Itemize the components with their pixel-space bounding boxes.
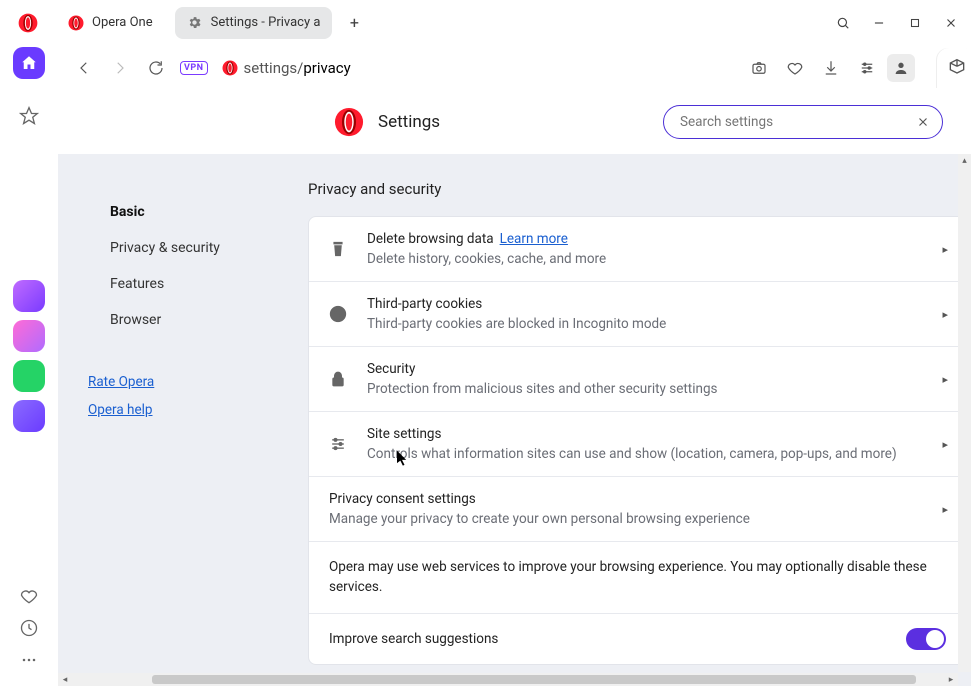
tab-settings-privacy[interactable]: Settings - Privacy a: [175, 7, 333, 39]
row-privacy-consent[interactable]: Privacy consent settings Manage your pri…: [309, 476, 966, 541]
row-desc: Manage your privacy to create your own p…: [329, 511, 924, 527]
row-title: Third-party cookies: [367, 296, 924, 312]
bookmarks-sidebar-button[interactable]: [13, 100, 45, 132]
learn-more-link[interactable]: Learn more: [500, 231, 568, 247]
chevron-right-icon: ▸: [942, 503, 948, 516]
address-toolbar: VPN settings/privacy: [58, 45, 925, 90]
url-text: settings/privacy: [244, 59, 351, 77]
chevron-right-icon: ▸: [942, 243, 948, 256]
tab-opera-one[interactable]: Opera One: [56, 7, 165, 39]
chevron-right-icon: ▸: [942, 373, 948, 386]
aria-sidebar-button[interactable]: [13, 280, 45, 312]
scroll-right-arrow-icon[interactable]: ▸: [944, 675, 958, 685]
clear-search-icon[interactable]: [914, 113, 932, 131]
nav-browser[interactable]: Browser: [110, 302, 298, 338]
horizontal-scrollbar[interactable]: ◂ ▸: [58, 673, 958, 686]
vertical-scrollbar[interactable]: ▴: [958, 154, 971, 672]
trash-icon: [327, 238, 349, 260]
window-maximize-button[interactable]: [897, 5, 933, 41]
whatsapp-sidebar-button[interactable]: [13, 360, 45, 392]
heart-button[interactable]: [779, 52, 811, 84]
new-tab-button[interactable]: +: [342, 11, 366, 35]
reload-button[interactable]: [140, 52, 172, 84]
more-sidebar-button[interactable]: [13, 644, 45, 676]
nav-features[interactable]: Features: [110, 266, 298, 302]
settings-body: Basic Privacy & security Features Browse…: [58, 154, 971, 686]
window-close-button[interactable]: [933, 5, 969, 41]
row-desc: Third-party cookies are blocked in Incog…: [367, 316, 924, 332]
row-desc: Protection from malicious sites and othe…: [367, 381, 924, 397]
gear-icon: [187, 15, 203, 31]
pinboards-sidebar-button[interactable]: [13, 580, 45, 612]
row-title: Privacy consent settings: [329, 491, 924, 507]
opera-logo-icon: [334, 107, 364, 137]
chevron-right-icon: ▸: [942, 308, 948, 321]
row-improve-search-suggestions: Improve search suggestions: [309, 613, 966, 664]
settings-nav: Basic Privacy & security Features Browse…: [58, 154, 298, 686]
downloads-button[interactable]: [815, 52, 847, 84]
settings-panel: Privacy and security Delete browsing dat…: [298, 154, 971, 686]
nav-privacy-security[interactable]: Privacy & security: [110, 230, 298, 266]
cookie-icon: [327, 303, 349, 325]
nav-opera-help-link[interactable]: Opera help: [88, 396, 298, 424]
search-settings-field[interactable]: [663, 105, 943, 139]
opera-menu-button[interactable]: [18, 13, 38, 33]
row-desc: Controls what information sites can use …: [367, 446, 924, 462]
row-security[interactable]: Security Protection from malicious sites…: [309, 346, 966, 411]
nav-basic[interactable]: Basic: [110, 194, 298, 230]
scroll-thumb[interactable]: [152, 675, 916, 684]
easy-setup-button[interactable]: [851, 52, 883, 84]
sidebar-extensions-button[interactable]: [937, 48, 977, 88]
titlebar: Opera One Settings - Privacy a +: [0, 0, 977, 45]
discord-sidebar-button[interactable]: [13, 400, 45, 432]
row-site-settings[interactable]: Site settings Controls what information …: [309, 411, 966, 476]
chevron-right-icon: ▸: [942, 438, 948, 451]
left-sidebar: [0, 90, 58, 686]
history-sidebar-button[interactable]: [13, 612, 45, 644]
sliders-icon: [327, 433, 349, 455]
row-third-party-cookies[interactable]: Third-party cookies Third-party cookies …: [309, 281, 966, 346]
toggle-label: Improve search suggestions: [329, 631, 906, 647]
window-minimize-button[interactable]: [861, 5, 897, 41]
profile-button[interactable]: [887, 54, 915, 82]
scroll-left-arrow-icon[interactable]: ◂: [58, 675, 72, 685]
tab-label: Settings - Privacy a: [211, 15, 321, 30]
search-input[interactable]: [680, 114, 914, 130]
row-desc: Delete history, cookies, cache, and more: [367, 251, 924, 267]
row-title: Security: [367, 361, 924, 377]
vpn-badge[interactable]: VPN: [180, 61, 208, 75]
lock-icon: [327, 368, 349, 390]
opera-favicon-icon: [68, 15, 84, 31]
messenger-sidebar-button[interactable]: [13, 320, 45, 352]
settings-title: Settings: [378, 112, 440, 132]
page-content: Settings Basic Privacy & security Featur…: [58, 90, 971, 686]
row-delete-browsing-data[interactable]: Delete browsing data Learn more Delete hi…: [309, 217, 966, 281]
row-title: Delete browsing data: [367, 231, 494, 247]
opera-page-icon: [222, 60, 238, 76]
forward-button[interactable]: [104, 52, 136, 84]
search-tabs-button[interactable]: [825, 5, 861, 41]
toolbar-row: VPN settings/privacy: [0, 45, 977, 90]
settings-header: Settings: [58, 90, 971, 154]
services-note: Opera may use web services to improve yo…: [309, 541, 966, 613]
snapshot-button[interactable]: [743, 52, 775, 84]
tab-label: Opera One: [92, 15, 153, 30]
address-bar[interactable]: settings/privacy: [218, 59, 739, 77]
scroll-up-arrow-icon[interactable]: ▴: [958, 154, 971, 168]
improve-suggestions-toggle[interactable]: [906, 628, 946, 650]
privacy-card: Delete browsing data Learn more Delete hi…: [308, 216, 967, 665]
section-heading: Privacy and security: [308, 180, 969, 198]
nav-rate-opera-link[interactable]: Rate Opera: [88, 368, 298, 396]
home-workspace-button[interactable]: [13, 47, 45, 79]
back-button[interactable]: [68, 52, 100, 84]
row-title: Site settings: [367, 426, 924, 442]
